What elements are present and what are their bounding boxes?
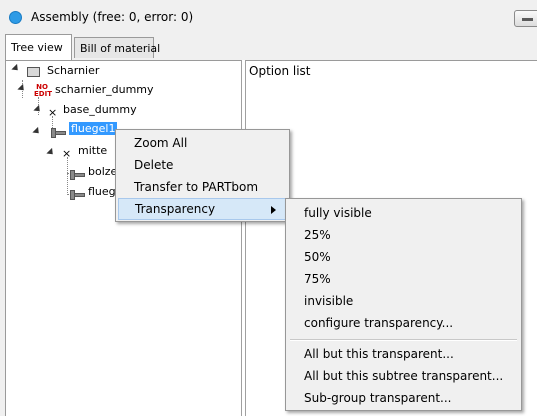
cross-icon: × [62,147,72,160]
minimize-icon [522,18,533,21]
panel-splitter[interactable] [241,60,246,416]
menu-item-fully-visible[interactable]: fully visible [288,202,519,224]
tree-line [67,157,68,195]
tree-node-scharnier[interactable]: Scharnier [47,63,99,79]
menu-item-75[interactable]: 75% [288,268,519,290]
menu-item-invisible[interactable]: invisible [288,290,519,312]
menu-item-all-but-this-transparent[interactable]: All but this transparent... [288,343,519,365]
menu-item-transfer-to-partbom[interactable]: Transfer to PARTbom [118,176,287,198]
tree-node-flueg[interactable]: flueg [88,184,116,200]
tab-bill-of-material[interactable]: Bill of material [74,37,160,58]
part-icon [70,170,86,180]
menu-item-configure-transparency[interactable]: configure transparency... [288,312,519,334]
window-title: Assembly (free: 0, error: 0) [31,10,194,24]
menu-item-delete[interactable]: Delete [118,154,287,176]
assembly-icon [27,67,40,77]
tree-node-scharnier-dummy[interactable]: scharnier_dummy [55,82,154,98]
part-icon [51,128,67,138]
tab-tree-view[interactable]: Tree view [5,34,72,60]
tree-node-base-dummy[interactable]: base_dummy [63,102,137,118]
menu-item-sub-group-transparent[interactable]: Sub-group transparent... [288,387,519,409]
cross-icon: × [48,106,58,119]
part-icon [70,190,86,200]
selected-label[interactable]: fluegel1 [69,122,118,135]
tab-bar: Tree view Bill of material [0,34,537,60]
menu-item-all-but-this-subtree-transparent[interactable]: All but this subtree transparent... [288,365,519,387]
minimize-button[interactable] [514,10,537,27]
menu-item-zoom-all[interactable]: Zoom All [118,132,287,154]
title-bar: Assembly (free: 0, error: 0) [0,0,537,34]
tree-node-mitte[interactable]: mitte [78,143,107,159]
menu-separator [290,339,517,341]
menu-item-50[interactable]: 50% [288,246,519,268]
submenu-arrow-icon [271,206,276,214]
tree-node-fluegel1[interactable]: fluegel1 [69,121,118,137]
no-edit-icon: NO EDIT [34,83,52,98]
app-icon [9,11,22,24]
transparency-submenu: fully visible 25% 50% 75% invisible conf… [285,198,522,411]
menu-item-transparency-label: Transparency [135,202,216,216]
menu-item-transparency[interactable]: Transparency [118,198,287,220]
option-list-label: Option list [249,64,311,78]
menu-item-25[interactable]: 25% [288,224,519,246]
context-menu: Zoom All Delete Transfer to PARTbom Tran… [115,129,290,222]
